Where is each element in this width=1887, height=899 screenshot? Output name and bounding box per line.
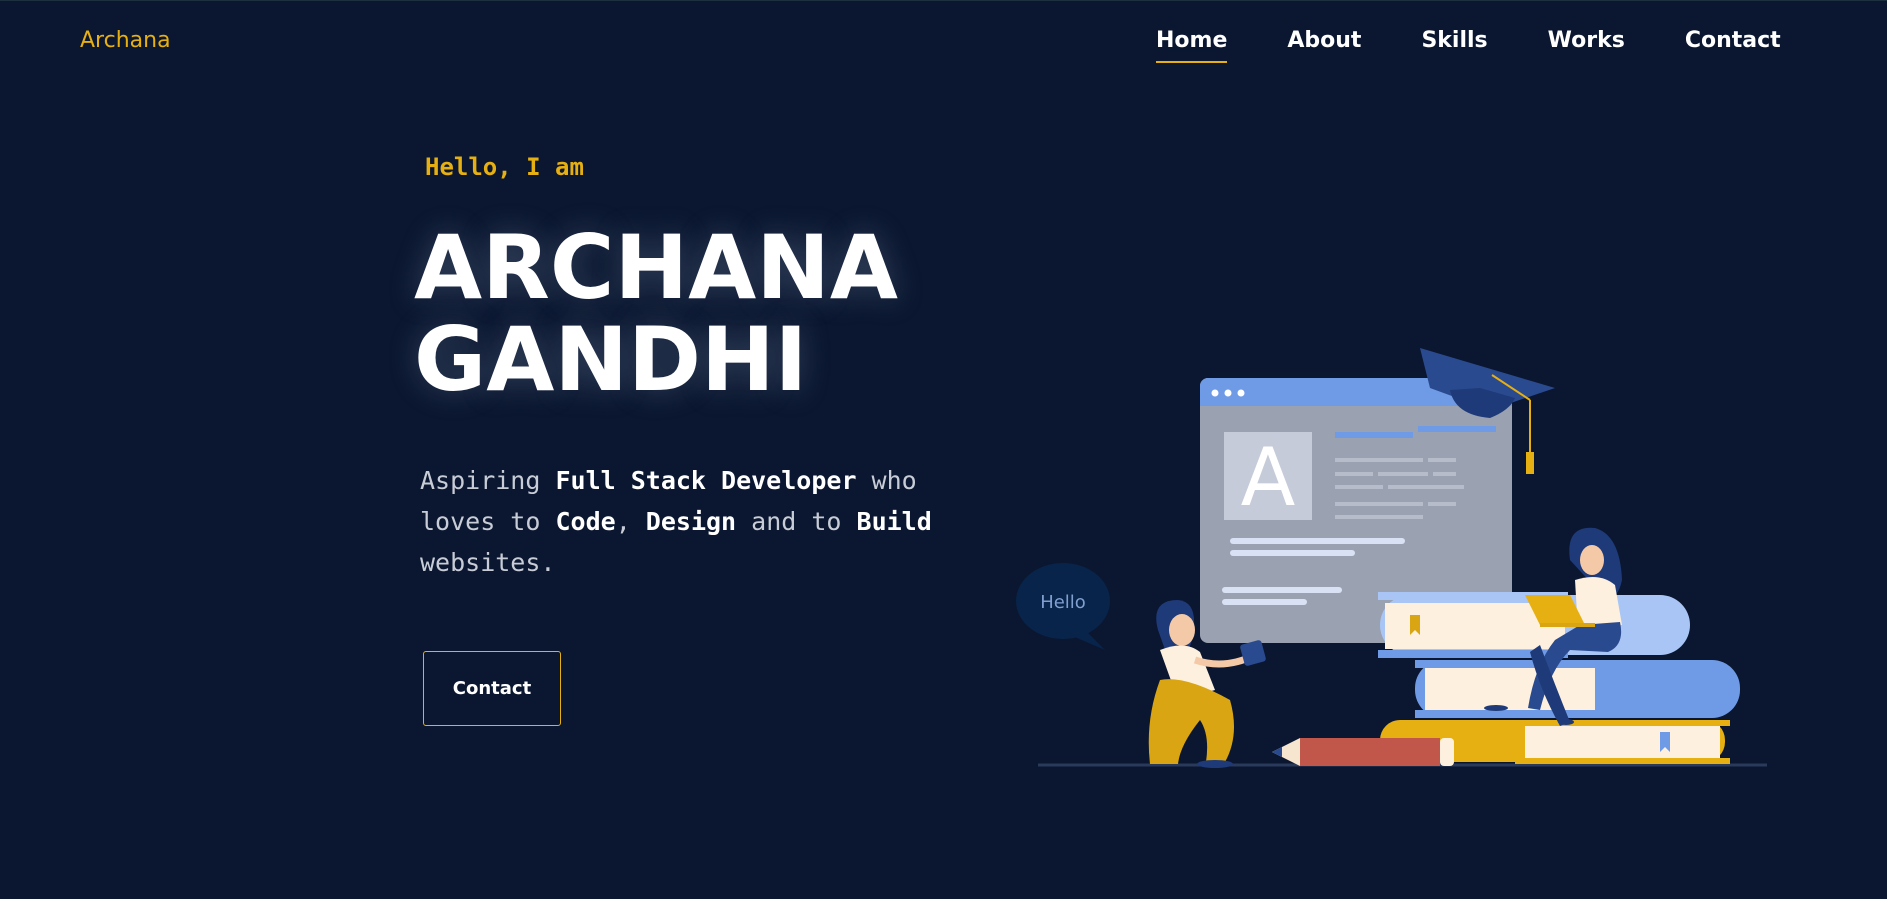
card-letter: A [1241, 431, 1296, 524]
tagline-text: Aspiring [420, 466, 556, 495]
logo-link[interactable]: Archana [80, 28, 171, 53]
bubble-text: Hello [1040, 592, 1086, 613]
tagline-text: and to [736, 507, 857, 536]
tagline-code: Code [555, 507, 616, 536]
pencil-icon [1272, 738, 1454, 766]
speech-bubble-icon: Hello [1016, 563, 1110, 650]
hero-tagline: Aspiring Full Stack Developer who loves … [420, 460, 940, 583]
hero-greeting: Hello, I am [425, 153, 584, 181]
top-border [0, 0, 1887, 1]
tagline-role: Full Stack Developer [555, 466, 857, 495]
tagline-build: Build [856, 507, 932, 536]
nav-home[interactable]: Home [1156, 28, 1228, 63]
main-nav: Home About Skills Works Contact [1156, 28, 1841, 63]
tagline-design: Design [645, 507, 737, 536]
nav-about[interactable]: About [1287, 28, 1361, 63]
hero-name-first: ARCHANA [414, 216, 898, 319]
nav-works[interactable]: Works [1548, 28, 1625, 63]
nav-skills[interactable]: Skills [1421, 28, 1487, 63]
contact-button[interactable]: Contact [423, 651, 561, 726]
nav-contact[interactable]: Contact [1685, 28, 1781, 63]
hero-name: ARCHANA GANDHI [414, 222, 898, 406]
hero-illustration: Hello A [1016, 348, 1767, 768]
hero-name-last: GANDHI [414, 308, 808, 411]
tagline-text: websites. [420, 548, 556, 577]
tagline-text: , [615, 507, 646, 536]
